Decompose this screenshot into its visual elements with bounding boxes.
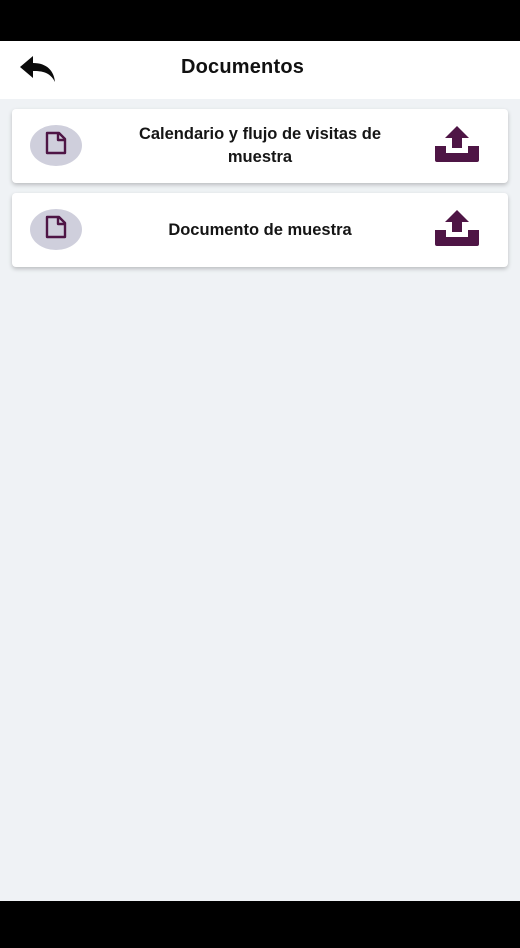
upload-icon bbox=[433, 209, 481, 252]
system-nav-bar bbox=[0, 901, 520, 948]
upload-button[interactable] bbox=[428, 123, 486, 169]
document-title: Calendario y flujo de visitas de muestra bbox=[138, 125, 382, 166]
document-icon-badge bbox=[30, 125, 82, 166]
documents-list: Calendario y flujo de visitas de muestra… bbox=[0, 99, 520, 901]
app-header: Documentos bbox=[0, 41, 520, 99]
upload-button[interactable] bbox=[428, 207, 486, 253]
document-card[interactable]: Documento de muestra bbox=[12, 193, 508, 267]
status-bar bbox=[0, 0, 520, 41]
upload-icon bbox=[433, 125, 481, 168]
document-icon bbox=[43, 214, 69, 245]
document-icon bbox=[43, 130, 69, 161]
document-card[interactable]: Calendario y flujo de visitas de muestra bbox=[12, 109, 508, 183]
document-title: Documento de muestra bbox=[168, 220, 352, 239]
document-icon-badge bbox=[30, 209, 82, 250]
page-title: Documentos bbox=[180, 55, 305, 78]
